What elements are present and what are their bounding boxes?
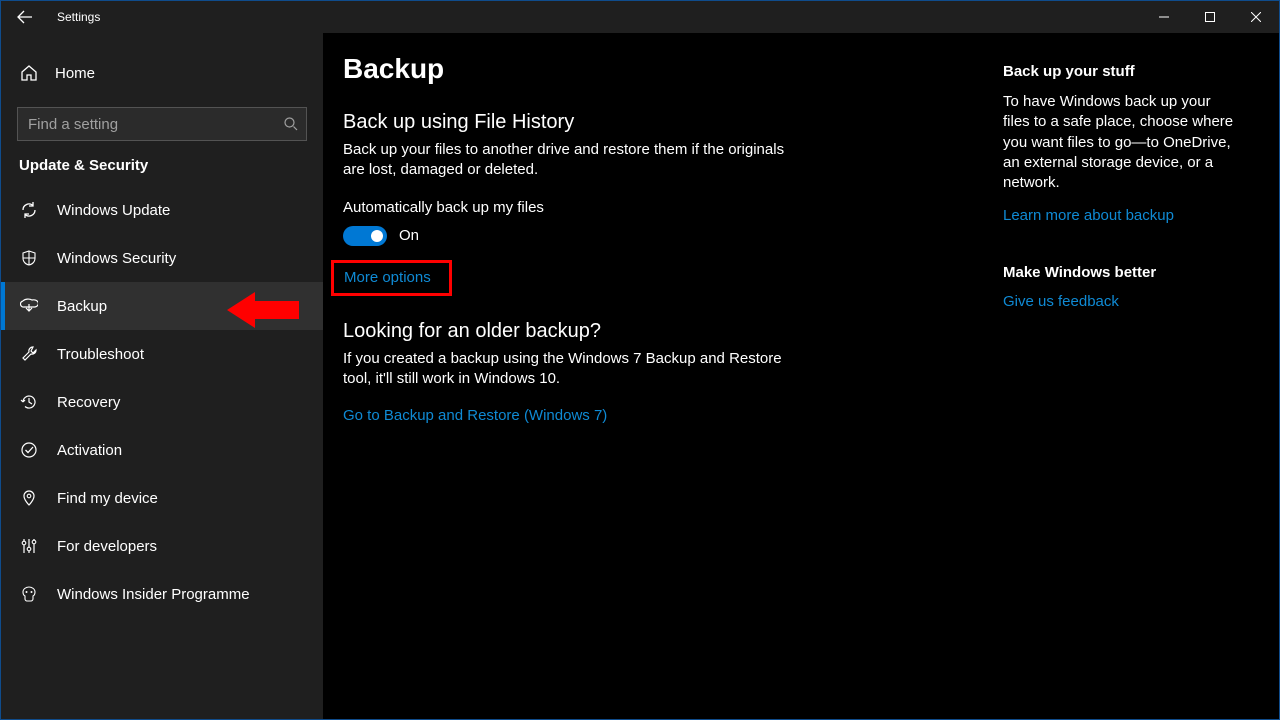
auto-backup-toggle[interactable] [343, 226, 387, 246]
sidebar-item-label: Backup [57, 298, 107, 315]
sidebar-item-recovery[interactable]: Recovery [1, 378, 323, 426]
sidebar-item-label: Activation [57, 442, 122, 459]
sidebar-item-label: Recovery [57, 394, 120, 411]
sidebar-item-label: Windows Security [57, 250, 176, 267]
titlebar: Settings [1, 1, 1279, 33]
more-options-link[interactable]: More options [344, 269, 431, 286]
home-label: Home [55, 65, 95, 82]
close-icon [1251, 12, 1261, 22]
wrench-icon [19, 345, 39, 363]
sidebar: Home Update & Security Windows Update Wi… [1, 33, 323, 719]
page-title: Backup [343, 53, 1003, 85]
arrow-left-icon [17, 9, 33, 25]
sidebar-item-label: For developers [57, 538, 157, 555]
history-icon [19, 393, 39, 411]
backup-icon [19, 297, 39, 315]
older-backup-heading: Looking for an older backup? [343, 320, 1003, 343]
minimize-icon [1159, 12, 1169, 22]
learn-more-link[interactable]: Learn more about backup [1003, 207, 1174, 224]
toggle-state-text: On [399, 227, 419, 244]
maximize-icon [1205, 12, 1215, 22]
search-icon [283, 116, 299, 132]
right-heading-1: Back up your stuff [1003, 63, 1239, 80]
sidebar-item-label: Find my device [57, 490, 158, 507]
file-history-description: Back up your files to another drive and … [343, 140, 793, 181]
sidebar-item-for-developers[interactable]: For developers [1, 522, 323, 570]
insider-icon [19, 585, 39, 603]
home-button[interactable]: Home [1, 51, 323, 95]
sidebar-item-windows-update[interactable]: Windows Update [1, 186, 323, 234]
check-circle-icon [19, 441, 39, 459]
sliders-icon [19, 537, 39, 555]
sidebar-item-label: Troubleshoot [57, 346, 144, 363]
sidebar-item-find-my-device[interactable]: Find my device [1, 474, 323, 522]
right-desc-1: To have Windows back up your files to a … [1003, 92, 1239, 193]
annotation-highlight: More options [331, 260, 452, 296]
sidebar-item-troubleshoot[interactable]: Troubleshoot [1, 330, 323, 378]
backup-restore-link[interactable]: Go to Backup and Restore (Windows 7) [343, 407, 607, 424]
sidebar-item-insider[interactable]: Windows Insider Programme [1, 570, 323, 618]
main-content: Backup Back up using File History Back u… [343, 53, 1003, 719]
older-backup-description: If you created a backup using the Window… [343, 349, 793, 390]
right-heading-2: Make Windows better [1003, 264, 1239, 281]
sidebar-item-backup[interactable]: Backup [1, 282, 323, 330]
auto-backup-label: Automatically back up my files [343, 199, 1003, 216]
sidebar-item-label: Windows Insider Programme [57, 586, 250, 603]
section-header: Update & Security [1, 157, 323, 186]
maximize-button[interactable] [1187, 1, 1233, 33]
shield-icon [19, 249, 39, 267]
location-icon [19, 489, 39, 507]
search-input[interactable] [17, 107, 307, 141]
close-button[interactable] [1233, 1, 1279, 33]
minimize-button[interactable] [1141, 1, 1187, 33]
right-panel: Back up your stuff To have Windows back … [1003, 53, 1263, 719]
back-button[interactable] [1, 1, 49, 33]
window-title: Settings [57, 10, 100, 24]
sidebar-item-label: Windows Update [57, 202, 170, 219]
sidebar-item-windows-security[interactable]: Windows Security [1, 234, 323, 282]
feedback-link[interactable]: Give us feedback [1003, 293, 1119, 310]
sidebar-item-activation[interactable]: Activation [1, 426, 323, 474]
home-icon [19, 64, 39, 82]
sync-icon [19, 201, 39, 219]
file-history-heading: Back up using File History [343, 111, 1003, 134]
